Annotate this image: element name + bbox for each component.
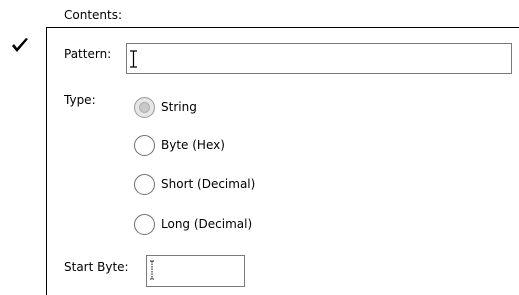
radio-short-decimal[interactable]: Short (Decimal) xyxy=(134,173,255,195)
radio-label: Long (Decimal) xyxy=(161,217,253,231)
radio-byte-hex[interactable]: Byte (Hex) xyxy=(134,134,225,156)
type-label: Type: xyxy=(64,93,96,107)
radio-button-icon[interactable] xyxy=(134,213,155,235)
contents-panel: Contents: Pattern: Type: String Byte (He… xyxy=(0,0,519,295)
radio-long-decimal[interactable]: Long (Decimal) xyxy=(134,213,252,235)
radio-button-icon[interactable] xyxy=(134,134,155,156)
pattern-input[interactable] xyxy=(126,43,512,74)
radio-string[interactable]: String xyxy=(134,96,197,118)
radio-label: Short (Decimal) xyxy=(161,177,256,191)
pattern-label: Pattern: xyxy=(64,47,112,61)
checkmark-icon[interactable] xyxy=(11,38,29,54)
radio-label: Byte (Hex) xyxy=(161,138,225,152)
start-byte-input[interactable] xyxy=(146,255,245,287)
radio-button-icon[interactable] xyxy=(134,96,155,118)
contents-title: Contents: xyxy=(64,8,123,22)
start-byte-label: Start Byte: xyxy=(64,260,129,274)
radio-label: String xyxy=(161,100,197,114)
radio-button-icon[interactable] xyxy=(134,173,155,195)
